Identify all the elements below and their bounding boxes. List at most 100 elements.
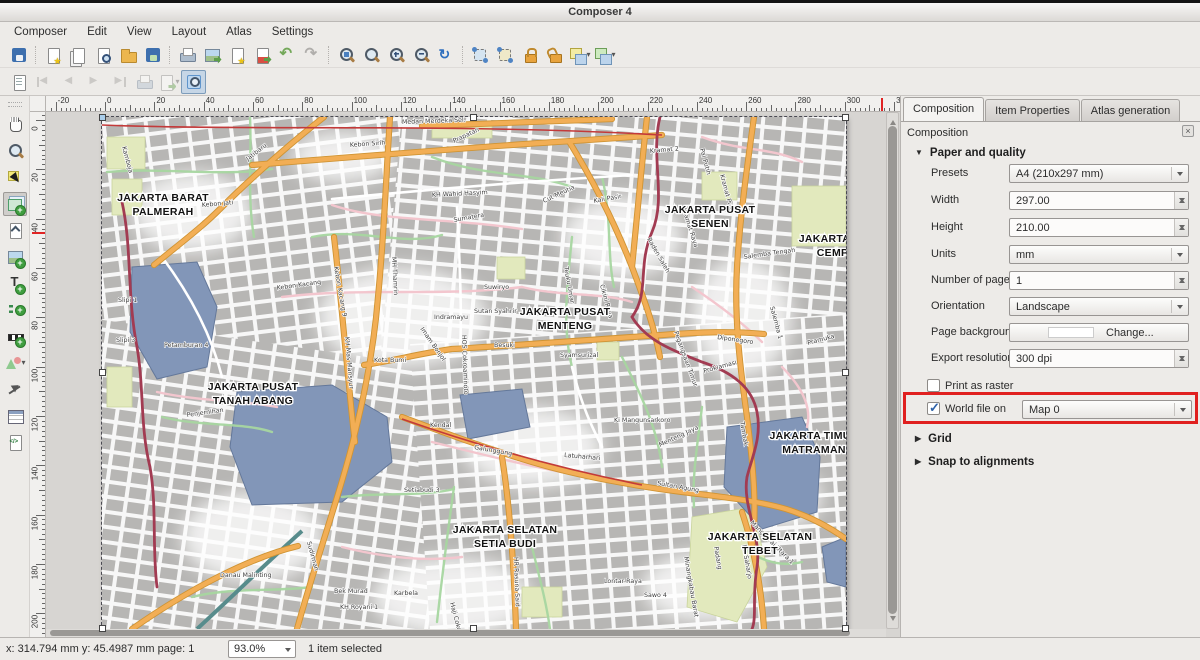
atlas-preview-button[interactable] <box>181 70 206 94</box>
spin-arrows-icon[interactable] <box>1174 192 1188 209</box>
selection-handle[interactable] <box>99 625 106 632</box>
zoom-level-combo[interactable]: 93.0% <box>228 640 296 658</box>
panel-close-icon[interactable]: × <box>1182 125 1194 137</box>
add-attribute-table-tool-button[interactable] <box>3 404 27 428</box>
export-as-image-button[interactable] <box>199 43 224 67</box>
spin-arrows-icon[interactable] <box>1174 350 1188 367</box>
section-grid[interactable]: ▶Grid <box>915 433 952 445</box>
add-legend-icon <box>6 301 24 319</box>
add-label-tool-button[interactable] <box>3 271 27 295</box>
add-arrow-tool-button[interactable] <box>3 377 27 401</box>
ruler-corner <box>30 96 46 112</box>
ungroup-items-button[interactable] <box>492 43 517 67</box>
atlas-settings-button[interactable] <box>6 70 31 94</box>
composition-page[interactable]: Medan Merdeka Sel.Kebon SirihPrapatanKra… <box>102 117 846 636</box>
composition-manager-button[interactable] <box>90 43 115 67</box>
zoom-full-icon <box>337 46 355 64</box>
zoom-full-button[interactable] <box>333 43 358 67</box>
page-background-change-button[interactable]: Change... <box>1009 323 1189 342</box>
toolbar-atlas: ▾ <box>0 68 1200 96</box>
load-from-template-button[interactable] <box>115 43 140 67</box>
zoom-out-button[interactable] <box>408 43 433 67</box>
horizontal-scroll-thumb[interactable] <box>50 630 850 636</box>
menu-edit[interactable]: Edit <box>77 24 117 40</box>
align-items-menu-button[interactable]: ▾ <box>592 43 617 67</box>
world-file-checkbox[interactable] <box>927 402 940 415</box>
zoom-in-button[interactable] <box>383 43 408 67</box>
vertical-scrollbar[interactable] <box>886 112 899 629</box>
orientation-combo[interactable]: Landscape <box>1009 297 1189 316</box>
redo-button[interactable] <box>299 43 324 67</box>
selection-handle[interactable] <box>842 114 849 121</box>
menu-atlas[interactable]: Atlas <box>216 24 262 40</box>
atlas-icon <box>10 73 28 91</box>
export-as-svg-button[interactable] <box>224 43 249 67</box>
selection-handle[interactable] <box>470 114 477 121</box>
undo-button[interactable] <box>274 43 299 67</box>
composer-canvas[interactable]: Medan Merdeka Sel.Kebon SirihPrapatanKra… <box>46 112 900 637</box>
orientation-label: Orientation <box>931 300 985 312</box>
main-area: ▾ -2002040608010012014016018020022024026… <box>0 96 1200 637</box>
add-new-map-tool-button[interactable] <box>3 192 27 216</box>
group-items-button[interactable] <box>467 43 492 67</box>
add-shape-tool-button[interactable]: ▾ <box>3 351 27 375</box>
height-spinbox[interactable]: 210.00 <box>1009 218 1189 237</box>
add-scalebar-tool-button[interactable] <box>3 324 27 348</box>
scroll-down-arrow-icon[interactable] <box>890 616 896 624</box>
width-spinbox[interactable]: 297.00 <box>1009 191 1189 210</box>
new-composition-button[interactable] <box>40 43 65 67</box>
menu-view[interactable]: View <box>117 24 162 40</box>
export-gray-icon <box>157 73 175 91</box>
zoom-tool-button[interactable] <box>3 139 27 163</box>
tab-atlas-generation[interactable]: Atlas generation <box>1081 99 1181 121</box>
pan-tool-button[interactable] <box>3 112 27 136</box>
select-move-item-tool-button[interactable] <box>3 165 27 189</box>
menu-layout[interactable]: Layout <box>162 24 217 40</box>
save-as-template-button[interactable] <box>140 43 165 67</box>
print-atlas-button[interactable] <box>131 70 156 94</box>
world-file-map-combo[interactable]: Map 0 <box>1022 400 1192 419</box>
atlas-next-feature-button[interactable] <box>81 70 106 94</box>
selection-handle[interactable] <box>842 625 849 632</box>
tab-composition[interactable]: Composition <box>903 97 984 121</box>
move-item-content-tool-button[interactable] <box>3 218 27 242</box>
menu-composer[interactable]: Composer <box>4 24 77 40</box>
selection-handle[interactable] <box>842 369 849 376</box>
export-atlas-button[interactable]: ▾ <box>156 70 181 94</box>
refresh-view-button[interactable] <box>433 43 458 67</box>
duplicate-composition-button[interactable] <box>65 43 90 67</box>
tab-item-properties[interactable]: Item Properties <box>985 99 1080 121</box>
horizontal-scrollbar[interactable] <box>46 629 886 637</box>
vertical-scroll-thumb[interactable] <box>888 126 897 614</box>
save-project-button[interactable] <box>6 43 31 67</box>
export-as-pdf-button[interactable] <box>249 43 274 67</box>
atlas-first-feature-button[interactable] <box>31 70 56 94</box>
scroll-up-arrow-icon[interactable] <box>890 117 896 125</box>
print-as-raster-checkbox[interactable] <box>927 379 940 392</box>
zoom-actual-button[interactable] <box>358 43 383 67</box>
menu-settings[interactable]: Settings <box>262 24 324 40</box>
add-legend-tool-button[interactable] <box>3 298 27 322</box>
section-snap-to-alignments[interactable]: ▶Snap to alignments <box>915 456 1034 468</box>
add-image-tool-button[interactable] <box>3 245 27 269</box>
unlock-items-button[interactable] <box>542 43 567 67</box>
atlas-last-feature-button[interactable] <box>106 70 131 94</box>
units-combo[interactable]: mm <box>1009 245 1189 264</box>
spin-arrows-icon[interactable] <box>1174 219 1188 236</box>
lock-items-button[interactable] <box>517 43 542 67</box>
selection-handle[interactable] <box>470 625 477 632</box>
spin-arrows-icon[interactable] <box>1174 272 1188 289</box>
street-label: Slipi 1 <box>118 297 137 304</box>
selection-handle[interactable] <box>99 114 106 121</box>
section-paper-and-quality[interactable]: ▼Paper and quality <box>915 147 1026 159</box>
selection-handle[interactable] <box>99 369 106 376</box>
print-button[interactable] <box>174 43 199 67</box>
presets-combo[interactable]: A4 (210x297 mm) <box>1009 164 1189 183</box>
atlas-previous-feature-button[interactable] <box>56 70 81 94</box>
number-of-pages-spinbox[interactable]: 1 <box>1009 271 1189 290</box>
export-resolution-spinbox[interactable]: 300 dpi <box>1009 349 1189 368</box>
street-label: Karbela <box>394 590 418 597</box>
raise-items-menu-button[interactable]: ▾ <box>567 43 592 67</box>
add-html-frame-tool-button[interactable] <box>3 430 27 454</box>
map-item[interactable]: Medan Merdeka Sel.Kebon SirihPrapatanKra… <box>102 117 846 629</box>
